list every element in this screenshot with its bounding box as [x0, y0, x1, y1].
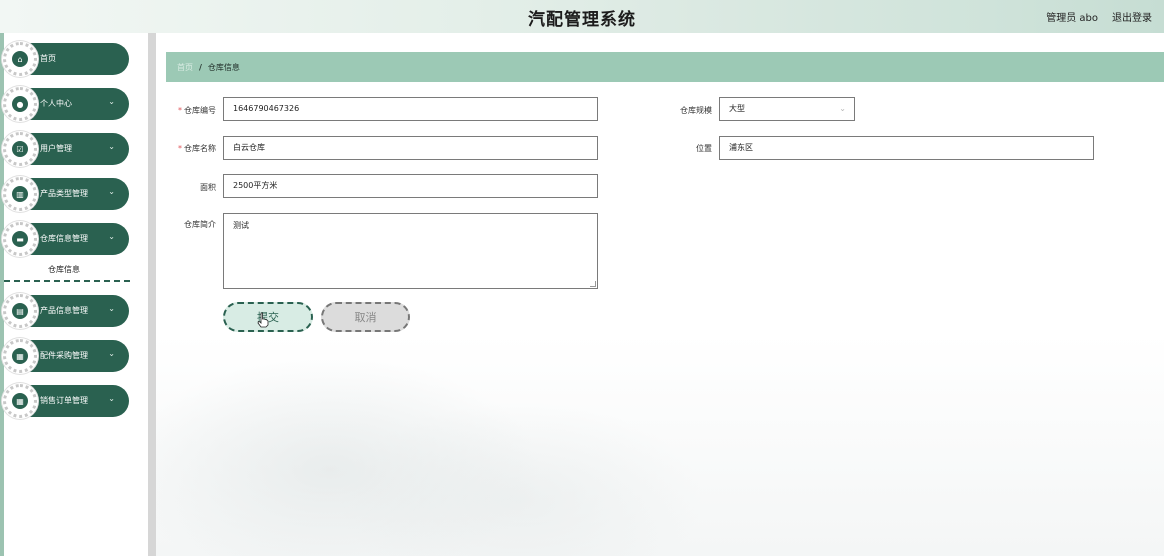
sidebar-item-warehouse-management[interactable]: ▬ 仓库信息管理 ⌄	[2, 221, 129, 257]
home-icon: ⌂	[12, 51, 28, 67]
resize-handle[interactable]	[590, 281, 596, 287]
gear-frame-icon: ●	[2, 86, 38, 122]
location-input[interactable]: 浦东区	[719, 136, 1094, 160]
app-title: 汽配管理系统	[528, 10, 636, 30]
cancel-button[interactable]: 取消	[321, 302, 410, 332]
gear-frame-icon: ▦	[2, 383, 38, 419]
scale-select[interactable]: 大型 ⌄	[719, 97, 855, 121]
sidebar-item-parts-purchase-management[interactable]: ▦ 配件采购管理 ⌄	[2, 338, 129, 374]
chevron-down-icon: ⌄	[108, 97, 115, 106]
bar-chart-icon: ▥	[12, 186, 28, 202]
warehouse-name-label-text: 仓库名称	[184, 144, 216, 153]
sidebar-item-home[interactable]: ⌂ 首页	[2, 41, 129, 77]
monitor-icon: ▬	[12, 231, 28, 247]
gear-frame-icon: ▥	[2, 176, 38, 212]
top-header: 汽配管理系统 管理员 abo 退出登录	[0, 0, 1164, 33]
intro-label: 仓库简介	[184, 220, 216, 229]
gear-frame-icon: ⌂	[2, 41, 38, 77]
submenu-item-warehouse-info[interactable]: 仓库信息	[0, 264, 128, 275]
sidebar-item-product-type-management[interactable]: ▥ 产品类型管理 ⌄	[2, 176, 129, 212]
warehouse-no-input[interactable]: 1646790467326	[223, 97, 598, 121]
intro-textarea-value: 测试	[233, 221, 249, 230]
sidebar-item-label: 销售订单管理	[40, 396, 88, 405]
gear-frame-icon: ▬	[2, 221, 38, 257]
gear-frame-icon: ▦	[2, 338, 38, 374]
warehouse-no-label: * 仓库编号	[160, 105, 216, 116]
chevron-down-icon: ⌄	[108, 187, 115, 196]
sidebar-item-sales-order-management[interactable]: ▦ 销售订单管理 ⌄	[2, 383, 129, 419]
chevron-down-icon: ⌄	[108, 142, 115, 151]
sidebar-item-product-info-management[interactable]: ▤ 产品信息管理 ⌄	[2, 293, 129, 329]
required-marker: *	[178, 144, 182, 153]
scale-label: 仓库规模	[680, 106, 712, 115]
sidebar-item-label: 用户管理	[40, 144, 72, 153]
warehouse-name-input[interactable]: 白云仓库	[223, 136, 598, 160]
sidebar-item-user-management[interactable]: ☑ 用户管理 ⌄	[2, 131, 129, 167]
sidebar-item-label: 配件采购管理	[40, 351, 88, 360]
breadcrumb-current: 仓库信息	[207, 62, 240, 72]
area-input[interactable]: 2500平方米	[223, 174, 598, 198]
gear-frame-icon: ☑	[2, 131, 38, 167]
person-icon: ●	[12, 96, 28, 112]
sidebar-item-label: 首页	[40, 54, 56, 63]
warehouse-name-label: * 仓库名称	[160, 143, 216, 154]
sidebar-scrollbar[interactable]	[148, 33, 156, 556]
chevron-down-icon: ⌄	[108, 394, 115, 403]
chevron-down-icon: ⌄	[108, 232, 115, 241]
breadcrumb-separator: /	[199, 62, 202, 72]
sidebar-item-label: 产品信息管理	[40, 306, 88, 315]
gear-frame-icon: ▤	[2, 293, 38, 329]
scale-select-value: 大型	[729, 104, 745, 113]
grid-icon: ▦	[12, 393, 28, 409]
area-label: 面积	[200, 183, 216, 192]
submenu-divider	[4, 280, 130, 282]
breadcrumb: 首页 / 仓库信息	[166, 52, 1164, 82]
header-user-area: 管理员 abo 退出登录	[1046, 9, 1152, 24]
warehouse-no-label-text: 仓库编号	[184, 106, 216, 115]
chevron-down-icon: ⌄	[839, 104, 846, 113]
location-label: 位置	[696, 144, 712, 153]
intro-textarea[interactable]: 测试	[223, 213, 598, 289]
sidebar-item-label: 个人中心	[40, 99, 72, 108]
required-marker: *	[178, 106, 182, 115]
chevron-down-icon: ⌄	[108, 349, 115, 358]
user-check-icon: ☑	[12, 141, 28, 157]
database-icon: ▤	[12, 303, 28, 319]
breadcrumb-home-link[interactable]: 首页	[177, 62, 193, 73]
hand-cursor-icon	[257, 312, 269, 328]
grid-icon: ▦	[12, 348, 28, 364]
sidebar-item-personal-center[interactable]: ● 个人中心 ⌄	[2, 86, 129, 122]
logout-link[interactable]: 退出登录	[1112, 9, 1152, 24]
sidebar-item-label: 仓库信息管理	[40, 234, 88, 243]
sidebar-item-label: 产品类型管理	[40, 189, 88, 198]
chevron-down-icon: ⌄	[108, 304, 115, 313]
admin-user-label[interactable]: 管理员 abo	[1046, 9, 1098, 24]
